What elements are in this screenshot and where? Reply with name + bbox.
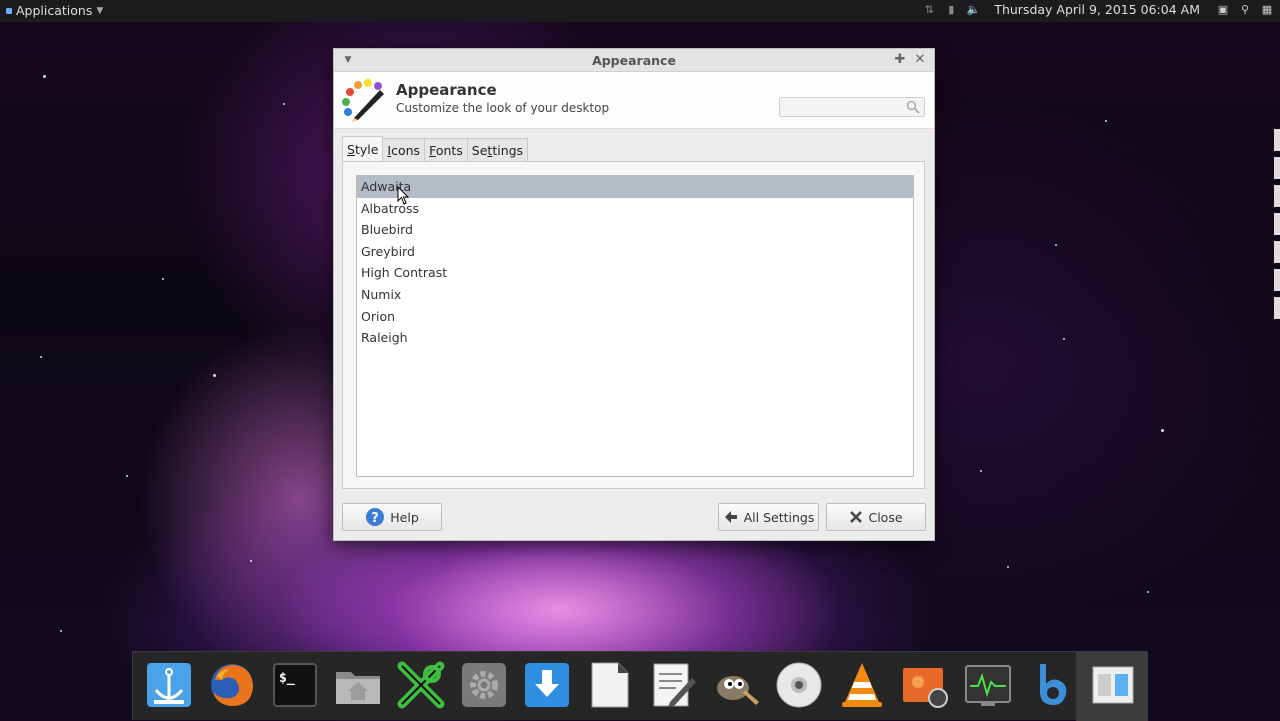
search-icon [906,100,920,114]
xarchiver-icon [397,661,445,709]
network-icon[interactable]: ⇅ [922,3,936,17]
theme-item-numix[interactable]: Numix [357,284,913,306]
battery-icon[interactable]: ▮ [944,3,958,17]
system-monitor-icon [965,665,1011,706]
all-settings-button[interactable]: All Settings [718,503,819,531]
svg-text:?: ? [371,511,379,526]
window-icon[interactable]: ▣ [1216,3,1230,17]
close-button-label: Close [868,509,903,525]
dock-item-document[interactable] [585,660,635,710]
disc-icon [776,662,822,708]
settings-icon [462,663,506,707]
dock-item-settings[interactable] [459,660,509,710]
theme-item-bluebird[interactable]: Bluebird [357,219,913,241]
theme-item-greybird[interactable]: Greybird [357,241,913,263]
applications-menu-label: Applications [16,3,93,18]
edge-handle[interactable] [1274,269,1280,291]
tab-style[interactable]: Style [342,136,384,161]
edge-handle[interactable] [1274,241,1280,263]
help-button-label: Help [390,509,419,525]
edge-handle[interactable] [1274,297,1280,319]
text-editor-icon [653,663,696,707]
workspace-switcher-icon [1092,666,1134,704]
dock-item-gimp[interactable] [711,660,761,710]
help-button[interactable]: ? Help [342,503,442,531]
document-icon [591,662,629,708]
header-title: Appearance [396,81,497,99]
clock[interactable]: Thursday April 9, 2015 06:04 AM [994,2,1200,17]
right-edge-strip [1274,22,1280,720]
svg-text:$_: $_ [279,671,295,686]
theme-item-high-contrast[interactable]: High Contrast [357,262,913,284]
applications-menu-icon [6,7,12,14]
vlc-icon [842,663,882,707]
edge-handle[interactable] [1274,213,1280,235]
applications-menu[interactable]: Applications ▼ [6,3,103,18]
appearance-palette-icon [342,79,384,122]
dock-item-firefox[interactable] [207,660,257,710]
maximize-icon[interactable]: ✚ [892,52,908,68]
help-icon: ? [366,508,385,526]
search-input[interactable] [780,100,908,118]
dialog-header: Appearance Customize the look of your de… [334,72,934,129]
title-bar[interactable]: ▼ Appearance ✚ ✕ [334,49,934,72]
dock-item-xarchiver[interactable] [396,660,446,710]
tab-icons[interactable]: Icons [382,138,426,161]
window-title: Appearance [592,53,676,68]
anchor-icon [147,663,191,707]
system-tray: ⇅ ▮ 🔈 Thursday April 9, 2015 06:04 AM ▣ … [922,2,1274,17]
arrow-left-icon [724,511,737,523]
close-button[interactable]: Close [826,503,926,531]
all-settings-button-label: All Settings [743,509,815,525]
dock-item-download[interactable] [522,660,572,710]
dock-item-workspace-switcher[interactable] [1088,660,1138,710]
theme-item-adwaita[interactable]: Adwaita [357,176,913,198]
bluefish-icon [1040,664,1067,706]
header-subtitle: Customize the look of your desktop [396,101,610,115]
dock-item-vlc[interactable] [837,660,887,710]
dock-item-home-folder[interactable] [333,660,383,710]
edge-handle[interactable] [1274,185,1280,207]
theme-item-albatross[interactable]: Albatross [357,198,913,220]
style-tab-panel: Adwaita Albatross Bluebird Greybird High… [342,161,925,489]
chevron-down-icon: ▼ [96,5,104,16]
screenshot-icon[interactable]: ▦ [1260,3,1274,17]
firefox-icon [211,664,253,706]
appearance-window: ▼ Appearance ✚ ✕ Appearance Customize th… [333,48,935,541]
dock-item-disc[interactable] [774,660,824,710]
mouse-cursor-icon [397,186,410,205]
tab-bar: Style Icons Fonts Settings [342,136,529,161]
dock-item-terminal[interactable]: $_ [270,660,320,710]
theme-list[interactable]: Adwaita Albatross Bluebird Greybird High… [356,175,914,477]
home-folder-icon [336,672,380,704]
edge-handle[interactable] [1274,129,1280,151]
dock-item-anchor[interactable] [144,660,194,710]
theme-item-orion[interactable]: Orion [357,306,913,328]
download-icon [525,663,569,707]
terminal-icon: $_ [273,663,317,707]
tab-settings[interactable]: Settings [466,138,529,161]
search-field[interactable] [779,97,925,118]
photo-icon [903,668,948,708]
edge-handle[interactable] [1274,157,1280,179]
search-icon[interactable]: ⚲ [1238,3,1252,17]
close-x-icon [850,511,863,523]
dock-item-photo[interactable] [900,660,950,710]
volume-icon[interactable]: 🔈 [966,3,980,17]
close-icon[interactable]: ✕ [912,52,928,68]
dock-item-text-editor[interactable] [648,660,698,710]
theme-item-raleigh[interactable]: Raleigh [357,327,913,349]
tab-fonts[interactable]: Fonts [424,138,468,161]
top-panel: Applications ▼ ⇅ ▮ 🔈 Thursday April 9, 2… [0,0,1280,22]
gimp-icon [717,676,759,705]
dock-item-bluefish[interactable] [1026,660,1076,710]
dock-item-system-monitor[interactable] [963,660,1013,710]
dock: $_ [132,651,1148,721]
